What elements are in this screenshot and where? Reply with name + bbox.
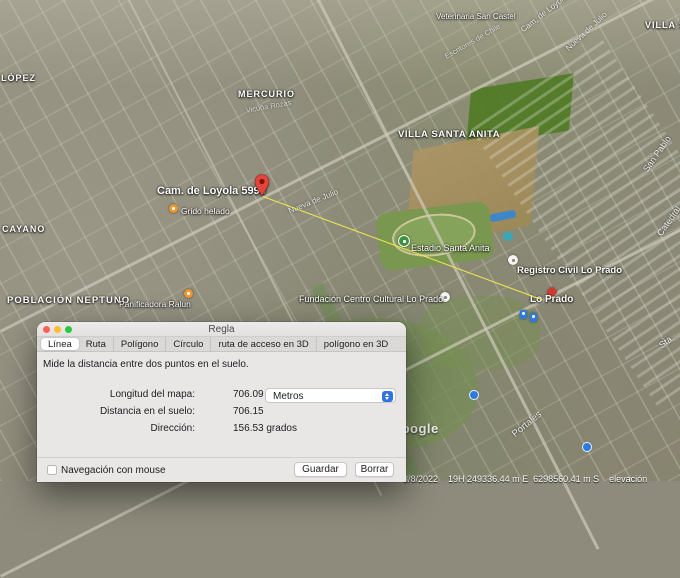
dialog-description: Mide la distancia entre dos puntos en el… [37,352,406,370]
save-button[interactable]: Guardar [294,462,347,477]
transit-stop-icon-2[interactable] [582,442,592,452]
tab-poligono[interactable]: Polígono [114,337,167,351]
dialog-titlebar[interactable]: Regla [37,322,406,337]
label-villa-sa: VILLA SA [645,20,680,30]
panificadora-poi-icon[interactable] [184,289,193,298]
street-nueva-de-julio-1: Nueva de Julio [287,187,339,215]
heading-label: Dirección: [37,423,195,434]
registro-civil-poi-icon[interactable] [508,255,518,265]
mouse-navigation-label: Navegación con mouse [61,465,166,476]
label-grido: Grido helado [181,206,230,216]
label-lopez: LÓPEZ [1,73,36,83]
row-heading: Dirección: 156.53 grados [37,420,406,437]
label-estadio: Estadio Santa Anita [411,243,490,253]
street-vicuna-rozas: Vicuña Rozas [245,98,292,115]
label-villa-santa-anita: VILLA SANTA ANITA [398,129,500,140]
tab-circulo[interactable]: Círculo [166,337,211,351]
label-veterinaria: Veterinaria San Castel [436,12,516,21]
dropdown-stepper-icon[interactable] [382,391,393,402]
footer-divider [37,457,406,458]
metro-entrance-icon-1[interactable] [520,310,527,319]
tab-poligono-3d[interactable]: polígono en 3D [317,337,395,351]
measurement-form: Longitud del mapa: 706.09 Metros Distanc… [37,386,406,437]
ground-distance-label: Distancia en el suelo: [37,406,195,417]
tab-ruta[interactable]: Ruta [79,337,114,351]
label-registro-civil: Registro Civil Lo Prado [517,265,622,276]
metro-entrance-icon-2[interactable] [530,313,537,322]
label-lo-prado: Lo Prado [530,294,573,305]
heading-value: 156.53 grados [233,423,297,434]
row-map-length: Longitud del mapa: 706.09 Metros [37,386,406,403]
dialog-footer: Navegación con mouse Guardar Borrar [37,462,406,482]
label-placemark: Cam. de Loyola 5990 [157,185,266,197]
label-panificadora: Panificadora Ralun [119,299,191,309]
chevron-down-icon [385,397,389,400]
label-fundacion: Fundación Centro Cultural Lo Prado [299,294,443,304]
tab-ruta-acceso-3d[interactable]: ruta de acceso en 3D [211,337,316,351]
chevron-up-icon [385,393,389,396]
street-cam-de-loyola: Cam. de Loyola [519,0,569,34]
clear-button[interactable]: Borrar [355,462,394,477]
status-bar-coordinates: 3/8/2022 19H 249336.44 m E 6298560.41 m … [403,474,647,484]
map-length-label: Longitud del mapa: [37,389,195,400]
map-length-value: 706.09 [233,389,264,400]
label-mercurio: MERCURIO [238,89,295,99]
label-cayano: CAYANO [2,224,45,234]
units-dropdown[interactable]: Metros [265,388,396,403]
mouse-navigation-checkbox[interactable] [47,465,57,475]
tab-linea[interactable]: Línea [41,338,79,350]
ruler-dialog: Regla Línea Ruta Polígono Círculo ruta d… [37,322,406,482]
tab-bar: Línea Ruta Polígono Círculo ruta de acce… [37,337,406,352]
row-ground-distance: Distancia en el suelo: 706.15 [37,403,406,420]
stadium-poi-icon[interactable] [398,235,410,247]
swimming-pool-round [503,232,513,241]
street-escritores: Escritores de Chile [443,22,502,61]
label-poblacion-neptuno: POBLACIÓN NEPTUNO [7,295,130,306]
transit-stop-icon-1[interactable] [469,390,479,400]
units-dropdown-value: Metros [273,391,304,402]
grido-helado-poi-icon[interactable] [169,204,178,213]
placemark-pin-icon[interactable] [255,174,269,196]
ground-distance-value: 706.15 [233,406,264,417]
dialog-title: Regla [37,324,406,335]
